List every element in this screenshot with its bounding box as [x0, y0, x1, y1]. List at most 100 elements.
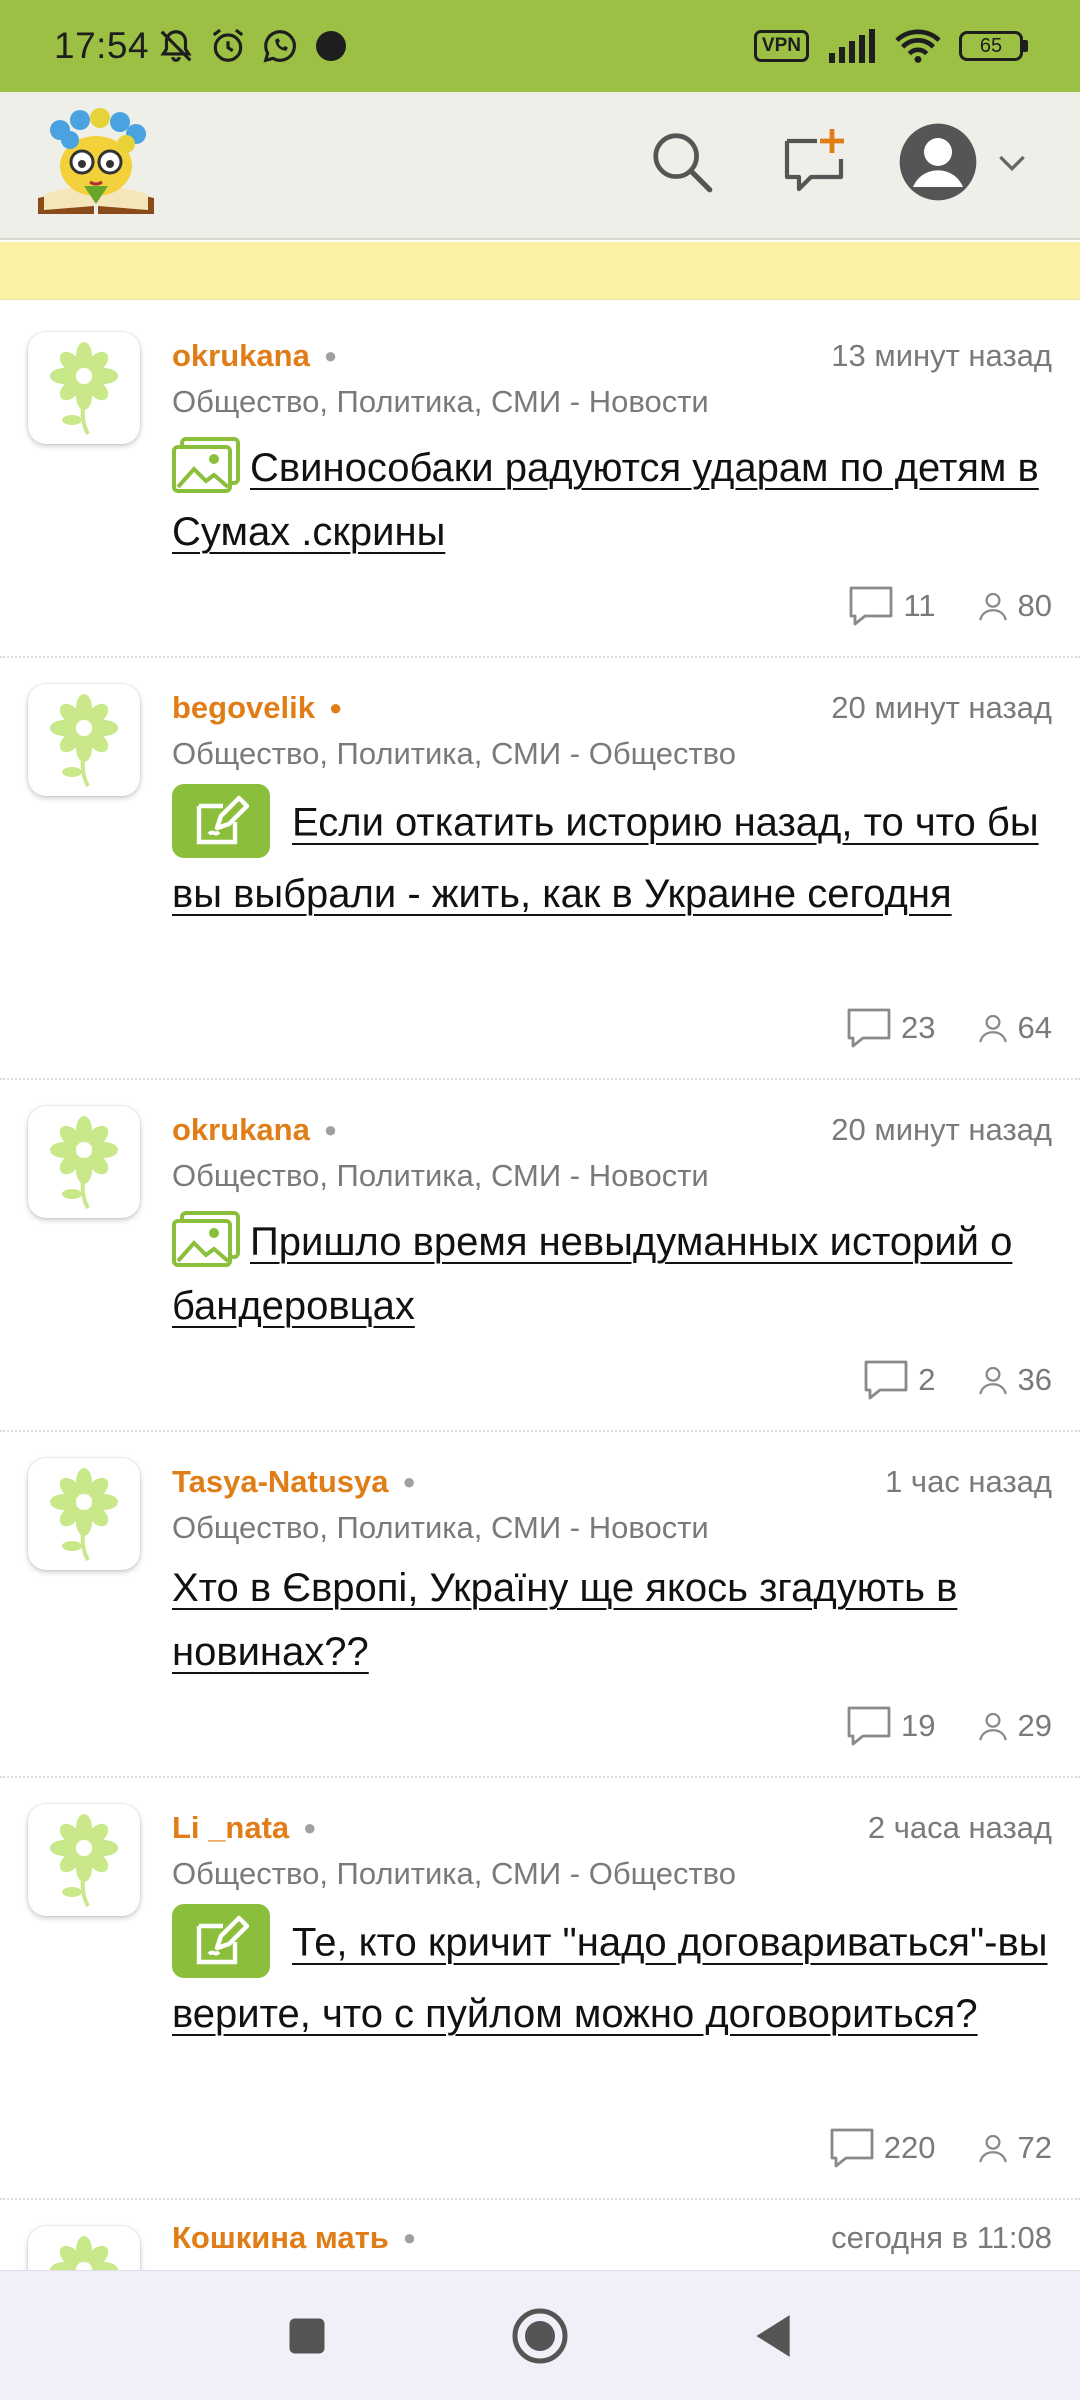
- post-category[interactable]: Общество, Политика, СМИ - Новости: [172, 1158, 709, 1194]
- flower-icon: [50, 1468, 118, 1561]
- comment-count-value: 2: [918, 1362, 936, 1397]
- post-meta: 11 80: [847, 584, 1052, 628]
- account-menu-button[interactable]: [898, 122, 1038, 202]
- online-status-dot: ●: [402, 1469, 416, 1494]
- post-title-text[interactable]: Пришло время невыдуманных историй о банд…: [172, 1220, 1012, 1328]
- status-bar: 17:54 VPN 65: [0, 0, 1080, 92]
- view-count-value: 80: [1017, 588, 1052, 623]
- post-title-text[interactable]: Если откатить историю назад, то что бы в…: [172, 801, 1039, 916]
- comment-count-value: 19: [901, 1708, 936, 1743]
- post-time: сегодня в 11:08: [831, 2220, 1052, 2255]
- view-count-value: 29: [1017, 1708, 1052, 1743]
- search-icon: [653, 133, 713, 193]
- recents-button[interactable]: [272, 2301, 342, 2371]
- comment-icon: [849, 586, 893, 626]
- post-item[interactable]: okrukana ● 20 минут назад Общество, Поли…: [0, 1080, 1080, 1432]
- notice-strip: [0, 242, 1080, 300]
- post-title[interactable]: Пришло время невыдуманных историй о банд…: [172, 1210, 1052, 1338]
- view-count: 29: [976, 1708, 1052, 1744]
- post-title[interactable]: Свинособаки радуются ударам по детям в С…: [172, 436, 1052, 564]
- view-count-value: 36: [1017, 1362, 1052, 1397]
- post-category[interactable]: Общество, Политика, СМИ - Новости: [172, 1510, 709, 1546]
- avatar[interactable]: [28, 1458, 140, 1570]
- author-name[interactable]: begovelik: [172, 690, 315, 726]
- author-name[interactable]: Li _nata: [172, 1810, 289, 1846]
- view-count: 36: [976, 1362, 1052, 1398]
- comment-icon: [847, 1706, 891, 1746]
- person-icon: [978, 2134, 1007, 2163]
- post-meta: 220 72: [828, 2126, 1052, 2170]
- comment-count-value: 220: [883, 2130, 936, 2165]
- app-header: [0, 92, 1080, 240]
- post-category[interactable]: Общество, Политика, СМИ - Новости: [172, 384, 709, 420]
- post-time: 20 минут назад: [831, 690, 1052, 725]
- author-name[interactable]: Tasya-Natusya: [172, 1464, 389, 1500]
- post-title[interactable]: Хто в Європі, Україну ще якось згадують …: [172, 1556, 1052, 1684]
- post-meta: 23 64: [845, 1006, 1052, 1050]
- home-icon: [512, 2308, 568, 2364]
- online-status-dot: ●: [402, 2225, 417, 2250]
- poll-icon: [172, 784, 270, 858]
- avatar[interactable]: [28, 1804, 140, 1916]
- author-name[interactable]: okrukana: [172, 1112, 310, 1148]
- whatsapp-icon: [263, 30, 297, 63]
- author-name[interactable]: okrukana: [172, 338, 310, 374]
- post-category[interactable]: Общество, Политика, СМИ - Общество: [172, 1856, 736, 1892]
- avatar[interactable]: [28, 332, 140, 444]
- online-status-dot: ●: [329, 695, 343, 720]
- new-post-icon: [784, 129, 844, 192]
- post-title[interactable]: Если откатить историю назад, то что бы в…: [172, 784, 1052, 926]
- post-item[interactable]: okrukana ● 13 минут назад Общество, Поли…: [0, 300, 1080, 658]
- post-time: 13 минут назад: [831, 338, 1052, 373]
- comment-icon: [864, 1360, 908, 1400]
- wifi-icon: [895, 29, 941, 63]
- view-count-value: 72: [1017, 2130, 1052, 2165]
- author-name[interactable]: Кошкина мать: [172, 2220, 389, 2256]
- online-status-dot: ●: [323, 343, 338, 368]
- post-item[interactable]: begovelik ● 20 минут назад Общество, Пол…: [0, 658, 1080, 1080]
- comment-count[interactable]: 19: [845, 1704, 936, 1748]
- online-status-dot: ●: [303, 1815, 317, 1840]
- alarm-icon: [212, 28, 244, 62]
- post-time: 20 минут назад: [831, 1112, 1052, 1147]
- poll-icon: [172, 1904, 270, 1978]
- avatar[interactable]: [28, 1106, 140, 1218]
- avatar[interactable]: [28, 2226, 140, 2270]
- post-title[interactable]: Те, кто кричит "надо договариваться"-вы …: [172, 1904, 1052, 2046]
- post-time: 2 часа назад: [867, 1810, 1052, 1845]
- site-logo[interactable]: [34, 106, 158, 218]
- post-item[interactable]: Li _nata ● 2 часа назад Общество, Полити…: [0, 1778, 1080, 2200]
- image-icon: [172, 1211, 240, 1268]
- post-item[interactable]: Кошкина мать ● сегодня в 11:08: [0, 2200, 1080, 2270]
- comment-count[interactable]: 2: [862, 1358, 936, 1402]
- post-item[interactable]: Tasya-Natusya ● 1 час назад Общество, По…: [0, 1432, 1080, 1778]
- back-button[interactable]: [738, 2301, 808, 2371]
- post-title-text[interactable]: Хто в Європі, Україну ще якось згадують …: [172, 1566, 957, 1674]
- comment-count[interactable]: 11: [847, 584, 936, 628]
- comment-icon: [830, 2128, 874, 2168]
- new-post-button[interactable]: [774, 122, 854, 202]
- comment-icon: [847, 1008, 891, 1048]
- post-category[interactable]: Общество, Политика, СМИ - Общество: [172, 736, 736, 772]
- post-title-text[interactable]: Те, кто кричит "надо договариваться"-вы …: [172, 1921, 1047, 2036]
- post-time: 1 час назад: [885, 1464, 1052, 1499]
- person-icon: [978, 592, 1007, 621]
- comment-count-value: 23: [901, 1010, 936, 1045]
- view-count: 80: [976, 588, 1052, 624]
- flower-icon: [50, 1116, 118, 1209]
- flower-icon: [50, 1814, 118, 1907]
- back-icon: [756, 2315, 790, 2357]
- signal-icon: [829, 29, 875, 63]
- comment-count[interactable]: 23: [845, 1006, 936, 1050]
- account-icon: [899, 123, 977, 201]
- comment-count[interactable]: 220: [828, 2126, 936, 2170]
- home-button[interactable]: [505, 2301, 575, 2371]
- image-icon: [172, 437, 240, 494]
- chevron-down-icon: [999, 155, 1025, 172]
- view-count: 72: [976, 2130, 1052, 2166]
- comment-count-value: 11: [903, 588, 936, 623]
- avatar[interactable]: [28, 684, 140, 796]
- post-meta: 19 29: [845, 1704, 1052, 1748]
- post-title-text[interactable]: Свинособаки радуются ударам по детям в С…: [172, 446, 1039, 554]
- search-button[interactable]: [642, 122, 722, 202]
